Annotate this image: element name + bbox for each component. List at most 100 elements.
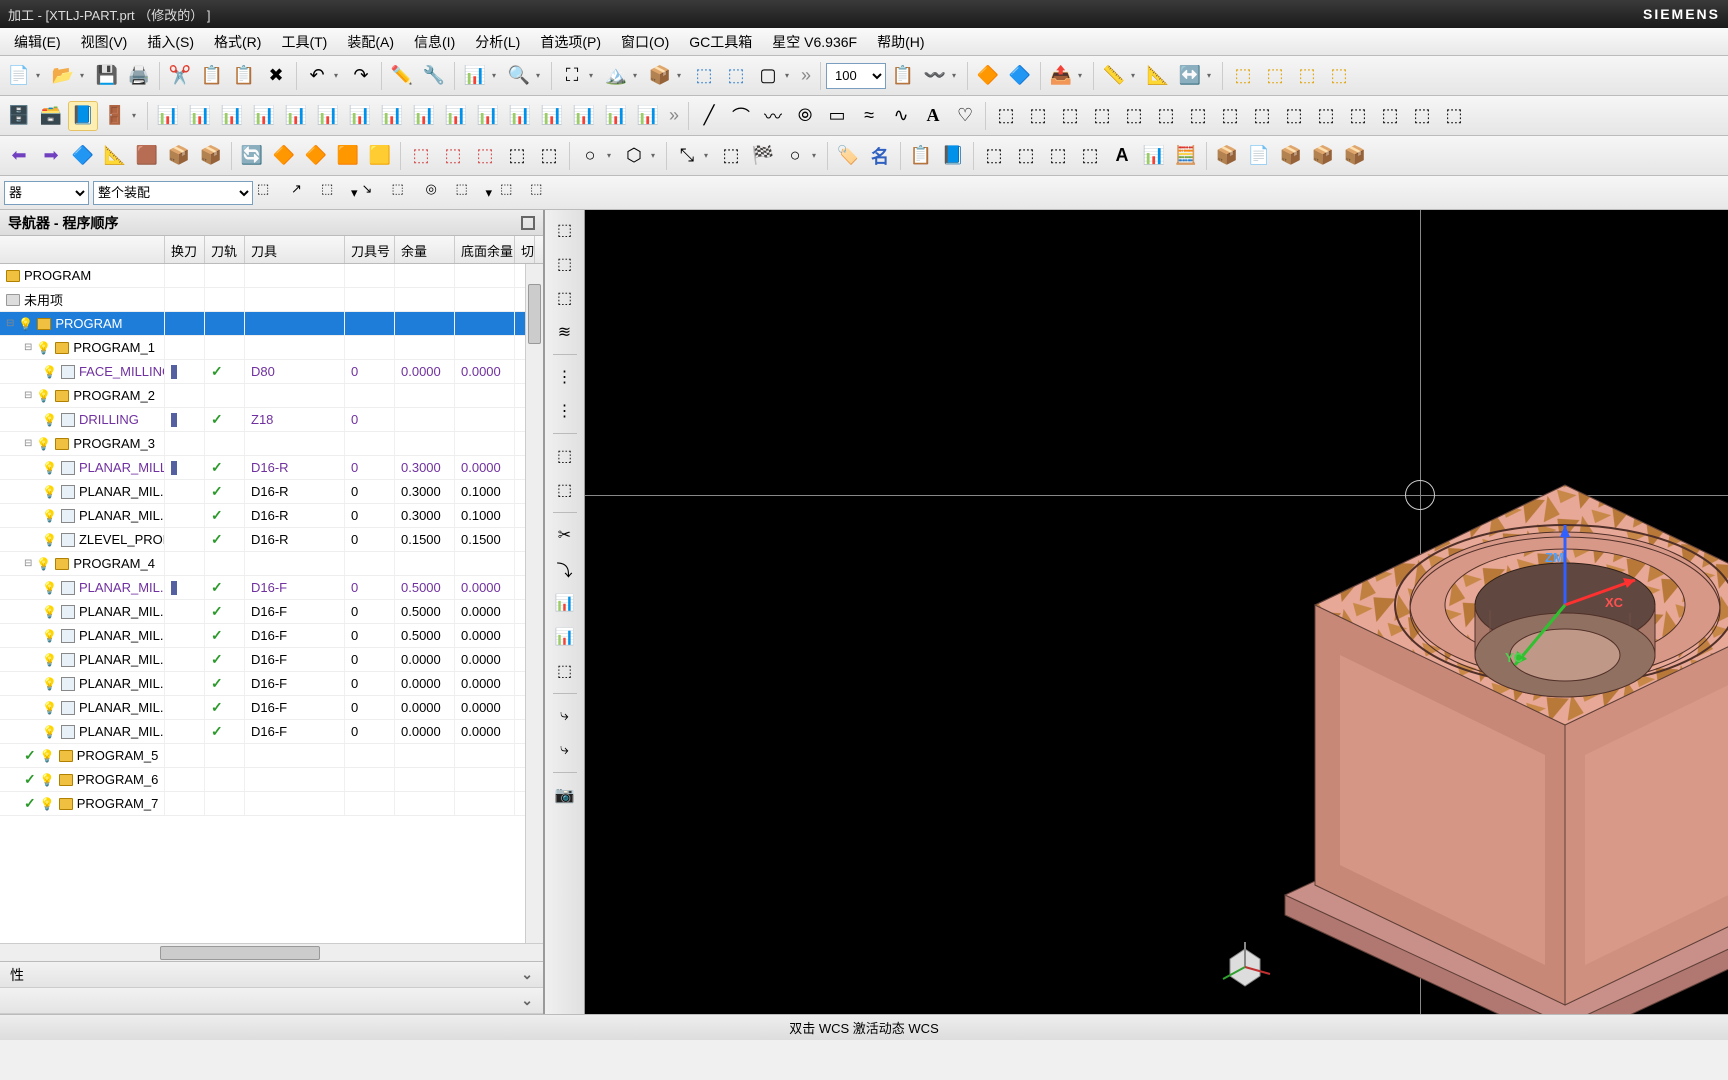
r16-button[interactable]: ○ <box>575 141 605 171</box>
r4-button[interactable]: 📦 <box>164 141 194 171</box>
view-triad[interactable] <box>1215 934 1275 994</box>
box2-button[interactable]: ⬚ <box>721 61 751 91</box>
vt1[interactable]: ⬚ <box>550 216 580 244</box>
measure1-button[interactable]: 📏 <box>1099 61 1129 91</box>
menu-item[interactable]: 视图(V) <box>73 29 136 55</box>
op8-button[interactable]: 📊 <box>377 101 407 131</box>
r28-button[interactable]: A <box>1107 141 1137 171</box>
tree-row[interactable]: ⊟ 💡 PROGRAM_4 <box>0 552 543 576</box>
s4-button[interactable]: ↘ <box>362 181 388 205</box>
open-button[interactable]: 📂 <box>48 61 78 91</box>
r14-button[interactable]: ⬚ <box>502 141 532 171</box>
menu-item[interactable]: GC工具箱 <box>681 29 760 55</box>
s7-button[interactable]: ⬚ <box>456 181 482 205</box>
asm1-button[interactable]: ⬚ <box>1228 61 1258 91</box>
vt12[interactable]: 📊 <box>550 623 580 651</box>
fillet-button[interactable]: ⦾ <box>790 101 820 131</box>
measure2-button[interactable]: 📐 <box>1143 61 1173 91</box>
r12-button[interactable]: ⬚ <box>438 141 468 171</box>
g12-button[interactable]: ⬚ <box>1343 101 1373 131</box>
tree-row[interactable]: ✓ 💡 PROGRAM_5 <box>0 744 543 768</box>
r19-button[interactable]: 🏁 <box>748 141 778 171</box>
tree-row[interactable]: ⊟ 💡 PROGRAM_1 <box>0 336 543 360</box>
r18-button[interactable]: ⬚ <box>716 141 746 171</box>
op9-button[interactable]: 📊 <box>409 101 439 131</box>
box1-button[interactable]: ⬚ <box>689 61 719 91</box>
s5-button[interactable]: ⬚ <box>392 181 418 205</box>
r15-button[interactable]: ⬚ <box>534 141 564 171</box>
op5-button[interactable]: 📊 <box>281 101 311 131</box>
s2-button[interactable]: ↗ <box>291 181 317 205</box>
dock-icon[interactable] <box>521 216 535 230</box>
tree-row[interactable]: 💡 ZLEVEL_PROF...✓D16-R00.15000.1500 <box>0 528 543 552</box>
r32-button[interactable]: 📦 <box>1276 141 1306 171</box>
s8-button[interactable]: ⬚ <box>500 181 526 205</box>
op16-button[interactable]: 📊 <box>633 101 663 131</box>
panel-properties[interactable]: 性⌄ <box>0 962 543 988</box>
vt7[interactable]: ⬚ <box>550 442 580 470</box>
g4-button[interactable]: ⬚ <box>1087 101 1117 131</box>
vt9[interactable]: ✂ <box>550 521 580 549</box>
overflow-icon[interactable]: » <box>797 65 815 86</box>
op14-button[interactable]: 📊 <box>569 101 599 131</box>
fit-button[interactable]: ⛶ <box>557 61 587 91</box>
tree-row[interactable]: 💡 PLANAR_MIL...✓D16-F00.50000.0000 <box>0 600 543 624</box>
menu-item[interactable]: 窗口(O) <box>613 29 677 55</box>
calc-button[interactable]: 🧮 <box>1171 141 1201 171</box>
g14-button[interactable]: ⬚ <box>1407 101 1437 131</box>
tree-row[interactable]: PROGRAM <box>0 264 543 288</box>
menu-item[interactable]: 装配(A) <box>339 29 402 55</box>
col-toolpath[interactable]: 刀轨 <box>205 236 245 263</box>
s9-button[interactable]: ⬚ <box>530 181 556 205</box>
vt11[interactable]: 📊 <box>550 589 580 617</box>
col-cut[interactable]: 切 <box>515 236 535 263</box>
col-tool[interactable]: 刀具 <box>245 236 345 263</box>
vt2[interactable]: ⬚ <box>550 250 580 278</box>
text-button[interactable]: A <box>918 101 948 131</box>
menu-item[interactable]: 星空 V6.936F <box>764 29 865 55</box>
shape-button[interactable]: ♡ <box>950 101 980 131</box>
line-button[interactable]: ╱ <box>694 101 724 131</box>
vt3[interactable]: ⬚ <box>550 284 580 312</box>
3d-viewport[interactable]: ZM XC YC <box>585 210 1728 1014</box>
analyze1-button[interactable]: 🔶 <box>973 61 1003 91</box>
r9-button[interactable]: 🟧 <box>333 141 363 171</box>
tree-row[interactable]: 💡 PLANAR_MIL...✓D16-R00.30000.1000 <box>0 504 543 528</box>
r25-button[interactable]: ⬚ <box>1011 141 1041 171</box>
wcs-button[interactable]: ⤡ <box>672 141 702 171</box>
vt13[interactable]: ⬚ <box>550 657 580 685</box>
new-button[interactable]: 📄 <box>4 61 34 91</box>
vt8[interactable]: ⬚ <box>550 476 580 504</box>
tree-row[interactable]: ⊟ 💡 PROGRAM_3 <box>0 432 543 456</box>
r26-button[interactable]: ⬚ <box>1043 141 1073 171</box>
g9-button[interactable]: ⬚ <box>1247 101 1277 131</box>
g13-button[interactable]: ⬚ <box>1375 101 1405 131</box>
g8-button[interactable]: ⬚ <box>1215 101 1245 131</box>
zoom-button[interactable]: 🔍 <box>504 61 534 91</box>
op10-button[interactable]: 📊 <box>441 101 471 131</box>
r10-button[interactable]: 🟨 <box>365 141 395 171</box>
r20-button[interactable]: ○ <box>780 141 810 171</box>
wireframe-button[interactable]: 📦 <box>645 61 675 91</box>
menu-item[interactable]: 插入(S) <box>139 29 202 55</box>
op15-button[interactable]: 📊 <box>601 101 631 131</box>
tree-row[interactable]: ⊟ 💡 PROGRAM <box>0 312 543 336</box>
r24-button[interactable]: ⬚ <box>979 141 1009 171</box>
fwd-button[interactable]: ➡ <box>36 141 66 171</box>
r6-button[interactable]: 🔄 <box>237 141 267 171</box>
col-toolchange[interactable]: 换刀 <box>165 236 205 263</box>
tree-row[interactable]: 💡 PLANAR_MIL...✓D16-F00.00000.0000 <box>0 696 543 720</box>
curve3-button[interactable]: ∿ <box>886 101 916 131</box>
s3-button[interactable]: ⬚ <box>321 181 347 205</box>
vt10[interactable]: ⤵ <box>550 555 580 583</box>
r23-button[interactable]: 📘 <box>938 141 968 171</box>
arc-button[interactable]: ⌒ <box>726 101 756 131</box>
g7-button[interactable]: ⬚ <box>1183 101 1213 131</box>
r33-button[interactable]: 📦 <box>1308 141 1338 171</box>
g15-button[interactable]: ⬚ <box>1439 101 1469 131</box>
list-button[interactable]: 📋 <box>888 61 918 91</box>
r27-button[interactable]: ⬚ <box>1075 141 1105 171</box>
op4-button[interactable]: 📊 <box>249 101 279 131</box>
delete-button[interactable]: ✖ <box>261 61 291 91</box>
ops-button[interactable]: 📊 <box>460 61 490 91</box>
